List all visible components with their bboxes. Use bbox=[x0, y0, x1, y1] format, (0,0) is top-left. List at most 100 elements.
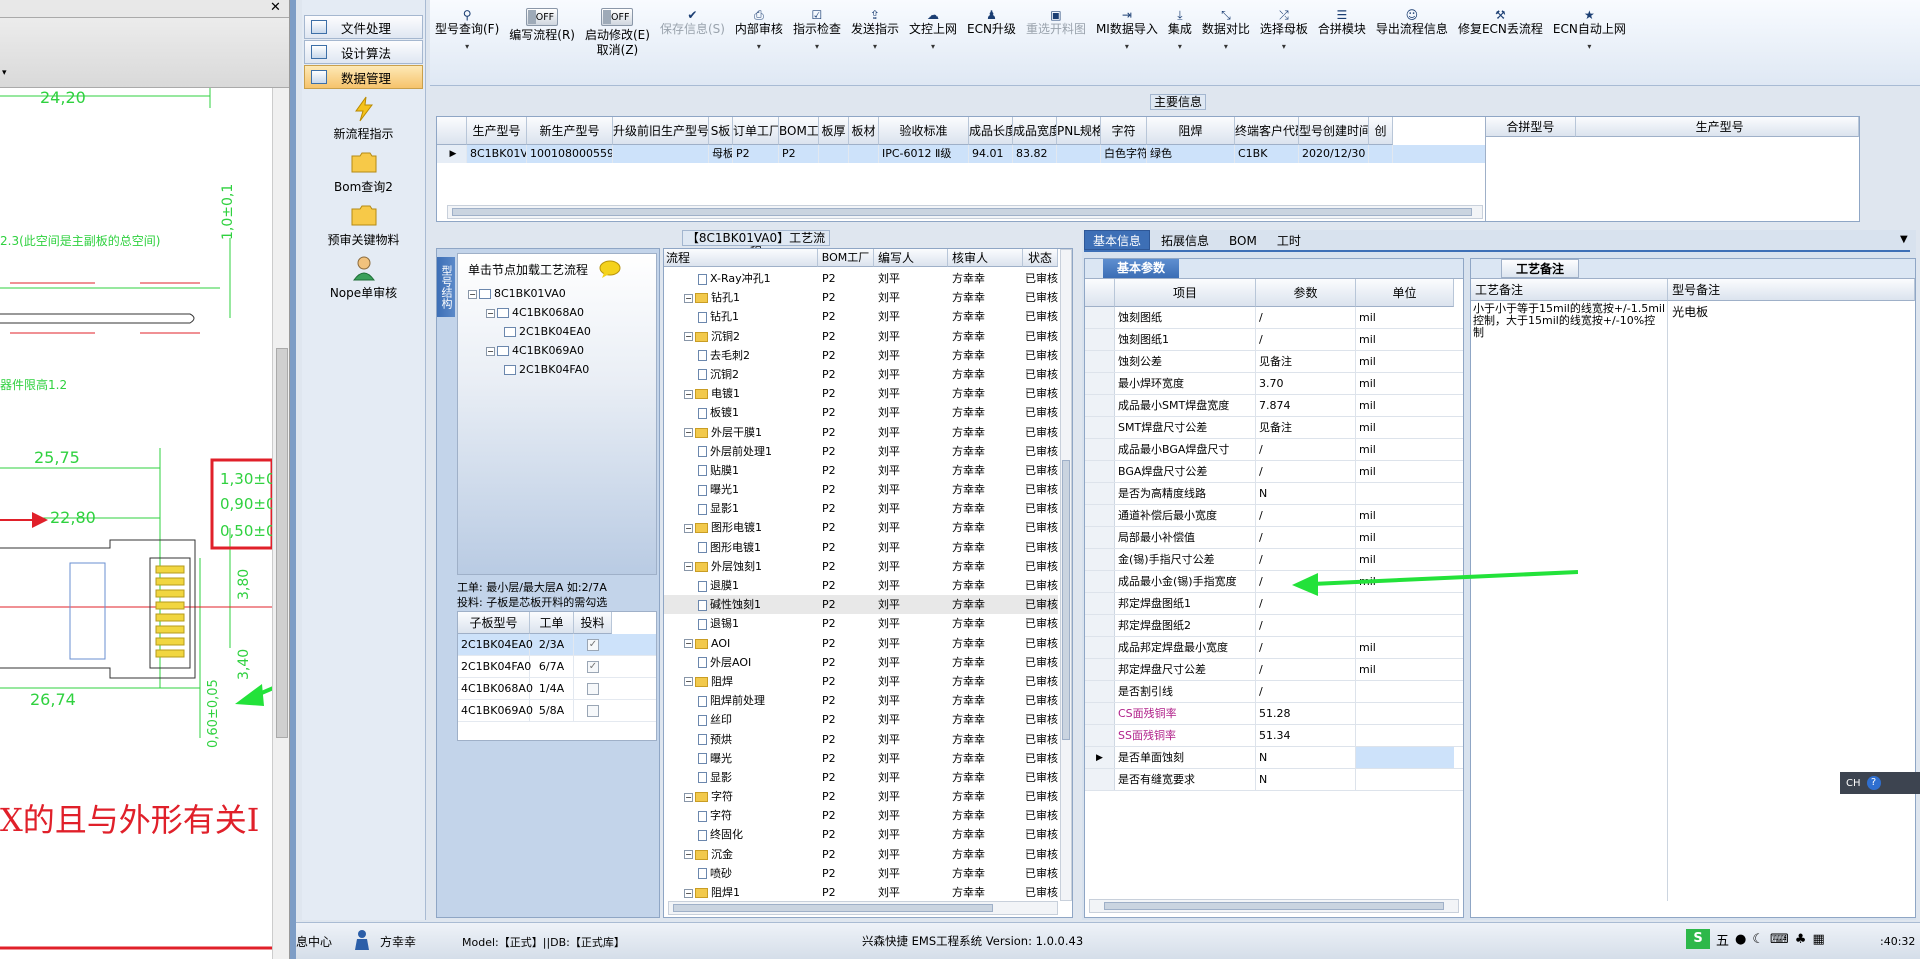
sogou-icon[interactable]: S bbox=[1686, 929, 1710, 949]
collapse-icon[interactable]: − bbox=[486, 308, 495, 318]
param-value[interactable]: / bbox=[1256, 329, 1356, 350]
col-header[interactable]: 新生产型号 bbox=[527, 117, 613, 145]
flow-row[interactable]: 碱性蚀刻1 P2 刘平 方幸幸 已审核 bbox=[664, 595, 1058, 615]
toolbar-button-15[interactable]: ☺ 导出流程信息 bbox=[1371, 8, 1453, 37]
param-value[interactable]: / bbox=[1256, 659, 1356, 680]
param-value[interactable]: / bbox=[1256, 505, 1356, 526]
cell[interactable]: P2 bbox=[733, 145, 779, 163]
param-row[interactable]: 邦定焊盘图纸1/ bbox=[1085, 593, 1463, 615]
param-row[interactable]: 成品最小SMT焊盘宽度 7.874 mil bbox=[1085, 395, 1463, 417]
param-row[interactable]: SS面残铜率 51.34 bbox=[1085, 725, 1463, 747]
chevron-down-icon[interactable]: ▾ bbox=[757, 39, 761, 54]
flow-row[interactable]: 沉铜2 P2 刘平 方幸幸 已审核 bbox=[664, 365, 1058, 384]
flow-row[interactable]: 钻孔1 P2 刘平 方幸幸 已审核 bbox=[664, 307, 1058, 326]
param-value[interactable]: 3.70 bbox=[1256, 373, 1356, 394]
col-header[interactable]: 升级前旧生产型号 bbox=[613, 117, 709, 145]
toolbar-button-12[interactable]: ⤡ 数据对比 ▾ bbox=[1197, 8, 1255, 54]
param-row[interactable]: ▶ 是否单面蚀刻 N bbox=[1085, 747, 1463, 769]
nav-nope-review[interactable]: Nope单审核 bbox=[302, 254, 425, 301]
toggle-switch[interactable]: OFF bbox=[526, 8, 559, 26]
sub-board-row[interactable]: 2C1BK04FA0 6/7A ✓ bbox=[458, 656, 656, 678]
param-row[interactable]: 是否为高精度线路 N bbox=[1085, 483, 1463, 505]
cell[interactable]: 83.82 bbox=[1013, 145, 1057, 163]
flow-row[interactable]: − 字符 P2 刘平 方幸幸 已审核 bbox=[664, 787, 1058, 806]
toolbar-button-16[interactable]: ⚒ 修复ECN丢流程 bbox=[1453, 8, 1548, 37]
chevron-down-icon[interactable]: ▾ bbox=[1125, 39, 1129, 54]
col-header[interactable]: 板材 bbox=[849, 117, 879, 145]
nav-bom-query[interactable]: Bom查询2 bbox=[302, 148, 425, 195]
param-row[interactable]: 成品最小BGA焊盘尺寸 / mil bbox=[1085, 439, 1463, 461]
feed-checkbox[interactable] bbox=[587, 705, 599, 717]
col-header[interactable]: BOM工厂 bbox=[779, 117, 819, 145]
nav-new-flow[interactable]: 新流程指示 bbox=[302, 95, 425, 142]
param-row[interactable]: CS面残铜率 51.28 bbox=[1085, 703, 1463, 725]
toolbar-button-11[interactable]: ⤓ 集成 ▾ bbox=[1163, 8, 1197, 54]
collapse-icon[interactable]: − bbox=[684, 850, 693, 860]
cell[interactable] bbox=[613, 145, 709, 163]
tree-node[interactable]: − 4C1BK068A0 bbox=[468, 303, 656, 322]
flow-row[interactable]: 曝光 P2 刘平 方幸幸 已审核 bbox=[664, 749, 1058, 768]
flow-row[interactable]: − 外层干膜1 P2 刘平 方幸幸 已审核 bbox=[664, 423, 1058, 442]
collapse-icon[interactable]: − bbox=[684, 389, 693, 399]
flow-row[interactable]: 终固化 P2 刘平 方幸幸 已审核 bbox=[664, 825, 1058, 844]
param-row[interactable]: 最小焊环宽度 3.70 mil bbox=[1085, 373, 1463, 395]
toolbar-button-17[interactable]: ★ ECN自动上网 ▾ bbox=[1548, 8, 1631, 54]
flow-row[interactable]: 去毛刺2 P2 刘平 方幸幸 已审核 bbox=[664, 346, 1058, 365]
toolbar-button-13[interactable]: ⤮ 选择母板 ▾ bbox=[1255, 8, 1313, 54]
collapse-icon[interactable]: − bbox=[684, 428, 693, 437]
param-row[interactable]: 是否有缝宽要求 N bbox=[1085, 769, 1463, 791]
scroll-thumb[interactable] bbox=[1104, 902, 1444, 910]
flow-vscroll[interactable] bbox=[1060, 249, 1072, 901]
close-icon[interactable]: ✕ bbox=[270, 0, 281, 15]
collapse-icon[interactable]: − bbox=[684, 293, 693, 303]
cell[interactable]: P2 bbox=[779, 145, 819, 163]
flow-row[interactable]: 板镀1 P2 刘平 方幸幸 已审核 bbox=[664, 403, 1058, 422]
param-row[interactable]: 蚀刻公差 见备注 mil bbox=[1085, 351, 1463, 373]
collapse-icon[interactable]: − bbox=[684, 792, 693, 802]
col-header[interactable]: 成品长度 bbox=[969, 117, 1013, 145]
detail-tab[interactable]: 拓展信息 bbox=[1152, 230, 1218, 250]
param-value[interactable]: N bbox=[1256, 769, 1356, 790]
col-header[interactable]: 生产型号 bbox=[467, 117, 527, 145]
flow-row[interactable]: 退膜1 P2 刘平 方幸幸 已审核 bbox=[664, 576, 1058, 595]
scroll-thumb[interactable] bbox=[452, 208, 1472, 216]
flow-row[interactable]: − AOI P2 刘平 方幸幸 已审核 bbox=[664, 634, 1058, 653]
collapse-icon[interactable]: − bbox=[468, 289, 477, 299]
flow-row[interactable]: 显影 P2 刘平 方幸幸 已审核 bbox=[664, 768, 1058, 787]
main-info-hscroll[interactable] bbox=[447, 205, 1483, 219]
col-header[interactable]: PNL规格 bbox=[1057, 117, 1101, 145]
keyboard-icon[interactable]: ⌨ bbox=[1770, 932, 1789, 947]
collapse-icon[interactable]: − bbox=[684, 888, 693, 898]
param-value[interactable]: / bbox=[1256, 593, 1356, 614]
wubi-icon[interactable]: 五 bbox=[1716, 930, 1729, 949]
param-row[interactable]: 邦定焊盘图纸2/ bbox=[1085, 615, 1463, 637]
chevron-down-icon[interactable]: ▾ bbox=[873, 39, 877, 54]
grid-icon[interactable]: ▦ bbox=[1812, 932, 1824, 947]
flow-row[interactable]: 图形电镀1 P2 刘平 方幸幸 已审核 bbox=[664, 538, 1058, 557]
param-value[interactable]: 7.874 bbox=[1256, 395, 1356, 416]
chevron-down-icon[interactable]: ▾ bbox=[1587, 39, 1591, 54]
tree-node[interactable]: 2C1BK04EA0 bbox=[468, 322, 656, 341]
toolbar-button-7[interactable]: ☁ 文控上网 ▾ bbox=[904, 8, 962, 54]
toolbar-button-6[interactable]: ⇪ 发送指示 ▾ bbox=[846, 8, 904, 54]
col-header[interactable]: 创 bbox=[1369, 117, 1393, 145]
flow-row[interactable]: 显影1 P2 刘平 方幸幸 已审核 bbox=[664, 499, 1058, 518]
param-value[interactable]: / bbox=[1256, 637, 1356, 658]
tree-node[interactable]: 2C1BK04FA0 bbox=[468, 360, 656, 379]
toggle-switch[interactable]: OFF bbox=[601, 8, 634, 26]
toolbar-button-10[interactable]: ⇥ MI数据导入 ▾ bbox=[1091, 8, 1163, 54]
flow-row[interactable]: − 阻焊1 P2 刘平 方幸幸 已审核 bbox=[664, 883, 1058, 899]
toolbar-button-0[interactable]: ⚲ 型号查询(F) ▾ bbox=[430, 8, 504, 54]
sub-board-row[interactable]: 2C1BK04EA0 2/3A ✓ bbox=[458, 634, 656, 656]
detail-tab[interactable]: 基本信息 bbox=[1084, 230, 1151, 250]
main-info-row[interactable]: ▶8C1BK01VA010010800055990母板P2P2IPC-6012 … bbox=[437, 145, 1485, 163]
scroll-thumb[interactable] bbox=[673, 904, 993, 912]
cell[interactable]: 母板 bbox=[709, 145, 733, 163]
flow-hscroll[interactable] bbox=[668, 901, 1058, 915]
cell[interactable]: IPC-6012 Ⅱ级 bbox=[879, 145, 969, 163]
scroll-thumb[interactable] bbox=[276, 348, 288, 738]
toolbar-button-4[interactable]: ⎙ 内部审核 ▾ bbox=[730, 8, 788, 54]
flow-row[interactable]: − 阻焊 P2 刘平 方幸幸 已审核 bbox=[664, 672, 1058, 691]
cell[interactable]: 白色字符 bbox=[1101, 145, 1147, 163]
tab-basic-params[interactable]: 基本参数 bbox=[1103, 259, 1180, 278]
